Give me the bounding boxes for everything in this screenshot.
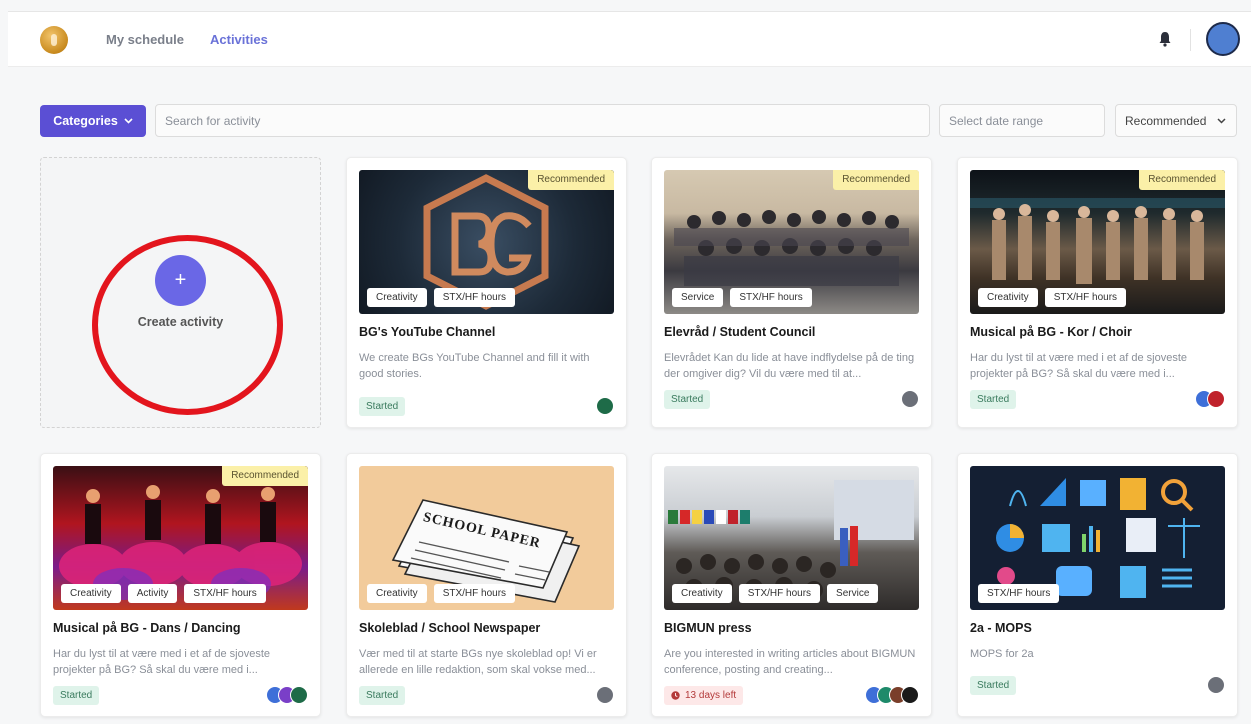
participant-avatars xyxy=(1207,676,1225,694)
avatar xyxy=(1207,390,1225,408)
avatar xyxy=(1207,676,1225,694)
chevron-down-icon xyxy=(1217,117,1226,124)
participant-avatars xyxy=(596,686,614,704)
tag: STX/HF hours xyxy=(730,288,812,307)
status-badge: Started xyxy=(970,676,1017,695)
participant-avatars xyxy=(266,686,308,704)
search-placeholder: Search for activity xyxy=(165,113,261,128)
categories-button[interactable]: Categories xyxy=(40,105,146,137)
activity-title: Musical på BG - Dans / Dancing xyxy=(53,621,241,635)
create-plus-button[interactable]: + xyxy=(155,255,206,306)
tag: STX/HF hours xyxy=(433,288,516,307)
tag: Creativity xyxy=(672,584,732,603)
activity-thumbnail: STX/HF hours xyxy=(970,466,1225,610)
participant-avatars xyxy=(1195,390,1225,408)
chevron-down-icon xyxy=(124,118,133,124)
tag: STX/HF hours xyxy=(738,584,821,603)
activity-card-student-council[interactable]: Recommended Service STX/HF hours Elevråd… xyxy=(651,157,932,428)
tag: Creativity xyxy=(61,584,121,603)
avatar xyxy=(901,686,919,704)
create-activity-card[interactable]: + Create activity xyxy=(40,157,321,428)
tag: Service xyxy=(672,288,724,307)
tag: STX/HF hours xyxy=(433,584,516,603)
date-range-input[interactable]: Select date range xyxy=(939,104,1105,137)
activity-card-dance[interactable]: Recommended Creativity Activity STX/HF h… xyxy=(40,453,321,717)
sort-value: Recommended xyxy=(1125,113,1207,128)
user-avatar[interactable] xyxy=(1206,22,1240,56)
tag-list: Service STX/HF hours xyxy=(672,288,812,307)
status-badge: Started xyxy=(359,397,406,416)
header-divider xyxy=(1190,29,1191,51)
activity-card-school-newspaper[interactable]: SCHOOL PAPER Creativity STX/HF hours Sko… xyxy=(346,453,627,717)
activity-card-mops[interactable]: STX/HF hours 2a - MOPS MOPS for 2a Start… xyxy=(957,453,1238,717)
tag: STX/HF hours xyxy=(978,584,1060,603)
participant-avatars xyxy=(865,686,919,704)
tag: Service xyxy=(827,584,879,603)
tag-list: STX/HF hours xyxy=(978,584,1060,603)
activity-title: BIGMUN press xyxy=(664,621,752,635)
recommended-badge: Recommended xyxy=(222,466,308,486)
categories-label: Categories xyxy=(53,114,118,128)
recommended-badge: Recommended xyxy=(528,170,614,190)
status-badge-deadline: 13 days left xyxy=(664,686,744,705)
status-badge: Started xyxy=(970,390,1017,409)
date-range-placeholder: Select date range xyxy=(949,113,1044,128)
activity-title: Skoleblad / School Newspaper xyxy=(359,621,541,635)
sort-select[interactable]: Recommended xyxy=(1115,104,1237,137)
clock-icon xyxy=(671,691,680,700)
deadline-text: 13 days left xyxy=(685,690,737,701)
tag: Creativity xyxy=(978,288,1038,307)
tag: Activity xyxy=(127,584,178,603)
activity-title: Musical på BG - Kor / Choir xyxy=(970,325,1132,339)
activity-title: 2a - MOPS xyxy=(970,621,1032,635)
activity-thumbnail: SCHOOL PAPER Creativity STX/HF hours xyxy=(359,466,614,610)
tag: Creativity xyxy=(367,288,427,307)
tag: STX/HF hours xyxy=(184,584,266,603)
tag: Creativity xyxy=(367,584,427,603)
activity-description: MOPS for 2a xyxy=(970,648,1034,660)
search-input[interactable]: Search for activity xyxy=(155,104,930,137)
tag-list: Creativity STX/HF hours xyxy=(367,288,516,307)
tag-list: Creativity STX/HF hours xyxy=(978,288,1127,307)
nav-my-schedule[interactable]: My schedule xyxy=(106,32,184,47)
create-activity-label: Create activity xyxy=(137,315,224,329)
avatar xyxy=(596,686,614,704)
tag-list: Creativity STX/HF hours xyxy=(367,584,516,603)
recommended-badge: Recommended xyxy=(1139,170,1225,190)
tag-list: Creativity Activity STX/HF hours xyxy=(61,584,266,603)
notification-bell-icon[interactable] xyxy=(1158,31,1172,47)
status-badge: Started xyxy=(53,686,100,705)
activity-card-youtube[interactable]: Recommended Creativity STX/HF hours BG's… xyxy=(346,157,627,428)
tag-list: Creativity STX/HF hours Service xyxy=(672,584,879,603)
status-badge: Started xyxy=(664,390,711,409)
activity-description: Har du lyst til at være med i et af de s… xyxy=(53,648,271,676)
activity-thumbnail: Recommended Service STX/HF hours xyxy=(664,170,919,314)
activity-thumbnail: Creativity STX/HF hours Service xyxy=(664,466,919,610)
activity-title: Elevråd / Student Council xyxy=(664,325,816,339)
participant-avatars xyxy=(596,397,614,415)
activity-thumbnail: Recommended Creativity Activity STX/HF h… xyxy=(53,466,308,610)
activity-card-bigmun-press[interactable]: Creativity STX/HF hours Service BIGMUN p… xyxy=(651,453,932,717)
activity-description: Har du lyst til at være med i et af de s… xyxy=(970,352,1188,380)
status-badge: Started xyxy=(359,686,406,705)
activity-thumbnail: Recommended Creativity STX/HF hours xyxy=(359,170,614,314)
top-navigation-bar: My schedule Activities xyxy=(8,11,1251,67)
activity-title: BG's YouTube Channel xyxy=(359,325,496,339)
recommended-badge: Recommended xyxy=(833,170,919,190)
tag: STX/HF hours xyxy=(1044,288,1127,307)
avatar xyxy=(290,686,308,704)
school-logo[interactable] xyxy=(40,26,68,54)
plus-icon: + xyxy=(174,269,187,291)
activity-description: Vær med til at starte BGs nye skoleblad … xyxy=(359,648,597,676)
activity-description: Elevrådet Kan du lide at have indflydels… xyxy=(664,352,915,380)
activity-thumbnail: Recommended Creativity STX/HF hours xyxy=(970,170,1225,314)
activity-card-choir[interactable]: Recommended Creativity STX/HF hours Musi… xyxy=(957,157,1238,428)
participant-avatars xyxy=(901,390,919,408)
nav-activities[interactable]: Activities xyxy=(210,32,268,47)
avatar xyxy=(596,397,614,415)
activity-description: Are you interested in writing articles a… xyxy=(664,648,916,676)
avatar xyxy=(901,390,919,408)
activity-description: We create BGs YouTube Channel and fill i… xyxy=(359,352,590,380)
